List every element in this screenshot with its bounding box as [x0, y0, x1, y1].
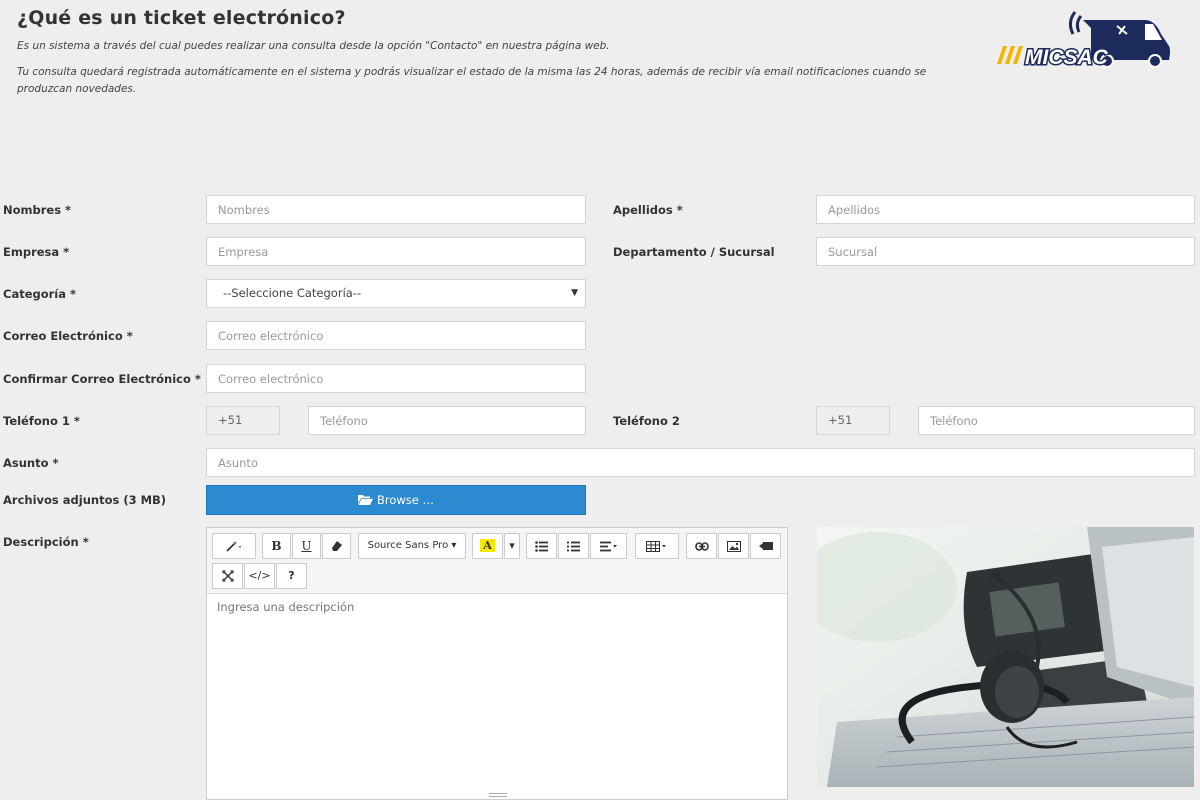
editor-toolbar: B U Source Sans Pro ▾ A ▾ </> ? — [207, 528, 787, 594]
folder-open-icon — [357, 487, 373, 515]
expand-icon — [221, 570, 234, 582]
telefono1-prefix: +51 — [206, 406, 280, 435]
table-icon — [646, 540, 666, 552]
clear-format-button[interactable] — [322, 533, 351, 559]
telefono1-label: Teléfono 1 * — [3, 414, 80, 428]
telefono1-input[interactable] — [308, 406, 586, 435]
caret-down-icon: ▾ — [451, 540, 457, 551]
adjuntos-label: Archivos adjuntos (3 MB) — [3, 493, 167, 507]
confirmar-correo-label: Confirmar Correo Electrónico * — [3, 372, 201, 386]
text-color-dropdown[interactable]: ▾ — [504, 533, 520, 559]
categoria-selected-value: --Seleccione Categoría-- — [223, 286, 362, 300]
text-color-swatch: A — [480, 539, 495, 552]
intro-paragraph-2: Tu consulta quedará registrada automátic… — [17, 66, 927, 95]
browse-button[interactable]: Browse … — [206, 485, 586, 515]
link-icon — [694, 541, 709, 551]
video-icon — [758, 542, 773, 550]
descripcion-label: Descripción * — [3, 535, 89, 549]
empresa-input[interactable] — [206, 237, 586, 266]
nombres-input[interactable] — [206, 195, 586, 224]
correo-input[interactable] — [206, 321, 586, 350]
unordered-list-button[interactable] — [526, 533, 557, 559]
link-button[interactable] — [686, 533, 717, 559]
support-headset-photo — [817, 527, 1194, 787]
code-view-button[interactable]: </> — [244, 563, 275, 589]
intro-paragraph-1: Es un sistema a través del cual puedes r… — [17, 40, 610, 52]
rich-text-editor[interactable]: B U Source Sans Pro ▾ A ▾ </> ? Ingresa … — [206, 527, 788, 800]
categoria-select[interactable]: --Seleccione Categoría-- ▼ — [206, 279, 586, 308]
telefono2-input[interactable] — [918, 406, 1195, 435]
picture-icon — [726, 540, 741, 552]
asunto-input[interactable] — [206, 448, 1195, 477]
caret-down-icon: ▾ — [509, 539, 515, 552]
page-title: ¿Qué es un ticket electrónico? — [17, 7, 346, 29]
logo-text: MICSAC — [1025, 46, 1109, 69]
apellidos-input[interactable] — [816, 195, 1195, 224]
magic-wand-icon — [226, 541, 241, 552]
nombres-label: Nombres * — [3, 203, 72, 217]
sucursal-label: Departamento / Sucursal — [613, 245, 775, 259]
correo-label: Correo Electrónico * — [3, 329, 133, 343]
font-family-select[interactable]: Source Sans Pro ▾ — [358, 533, 466, 559]
empresa-label: Empresa * — [3, 245, 70, 259]
chevron-down-icon: ▼ — [571, 288, 578, 298]
magic-style-button[interactable] — [212, 533, 256, 559]
paragraph-align-button[interactable] — [590, 533, 627, 559]
fullscreen-button[interactable] — [212, 563, 243, 589]
categoria-label: Categoría * — [3, 287, 77, 301]
list-ol-icon — [567, 541, 580, 551]
list-ul-icon — [535, 540, 548, 552]
telefono2-prefix: +51 — [816, 406, 890, 435]
font-family-value: Source Sans Pro — [367, 540, 449, 551]
ordered-list-button[interactable] — [558, 533, 589, 559]
text-color-button[interactable]: A — [472, 533, 503, 559]
eraser-icon — [331, 541, 342, 551]
confirmar-correo-input[interactable] — [206, 364, 586, 393]
micsac-logo: MICSAC — [995, 4, 1175, 71]
help-button[interactable]: ? — [276, 563, 307, 589]
telefono2-label: Teléfono 2 — [613, 414, 680, 428]
asunto-label: Asunto * — [3, 456, 59, 470]
resize-handle[interactable] — [489, 793, 507, 797]
table-button[interactable] — [635, 533, 679, 559]
align-left-icon — [599, 541, 617, 551]
video-button[interactable] — [750, 533, 781, 559]
description-textarea[interactable]: Ingresa una descripción — [217, 600, 354, 614]
bold-button[interactable]: B — [262, 533, 291, 559]
sucursal-input[interactable] — [816, 237, 1195, 266]
underline-button[interactable]: U — [292, 533, 321, 559]
browse-button-label: Browse … — [376, 493, 435, 507]
apellidos-label: Apellidos * — [613, 203, 683, 217]
image-button[interactable] — [718, 533, 749, 559]
